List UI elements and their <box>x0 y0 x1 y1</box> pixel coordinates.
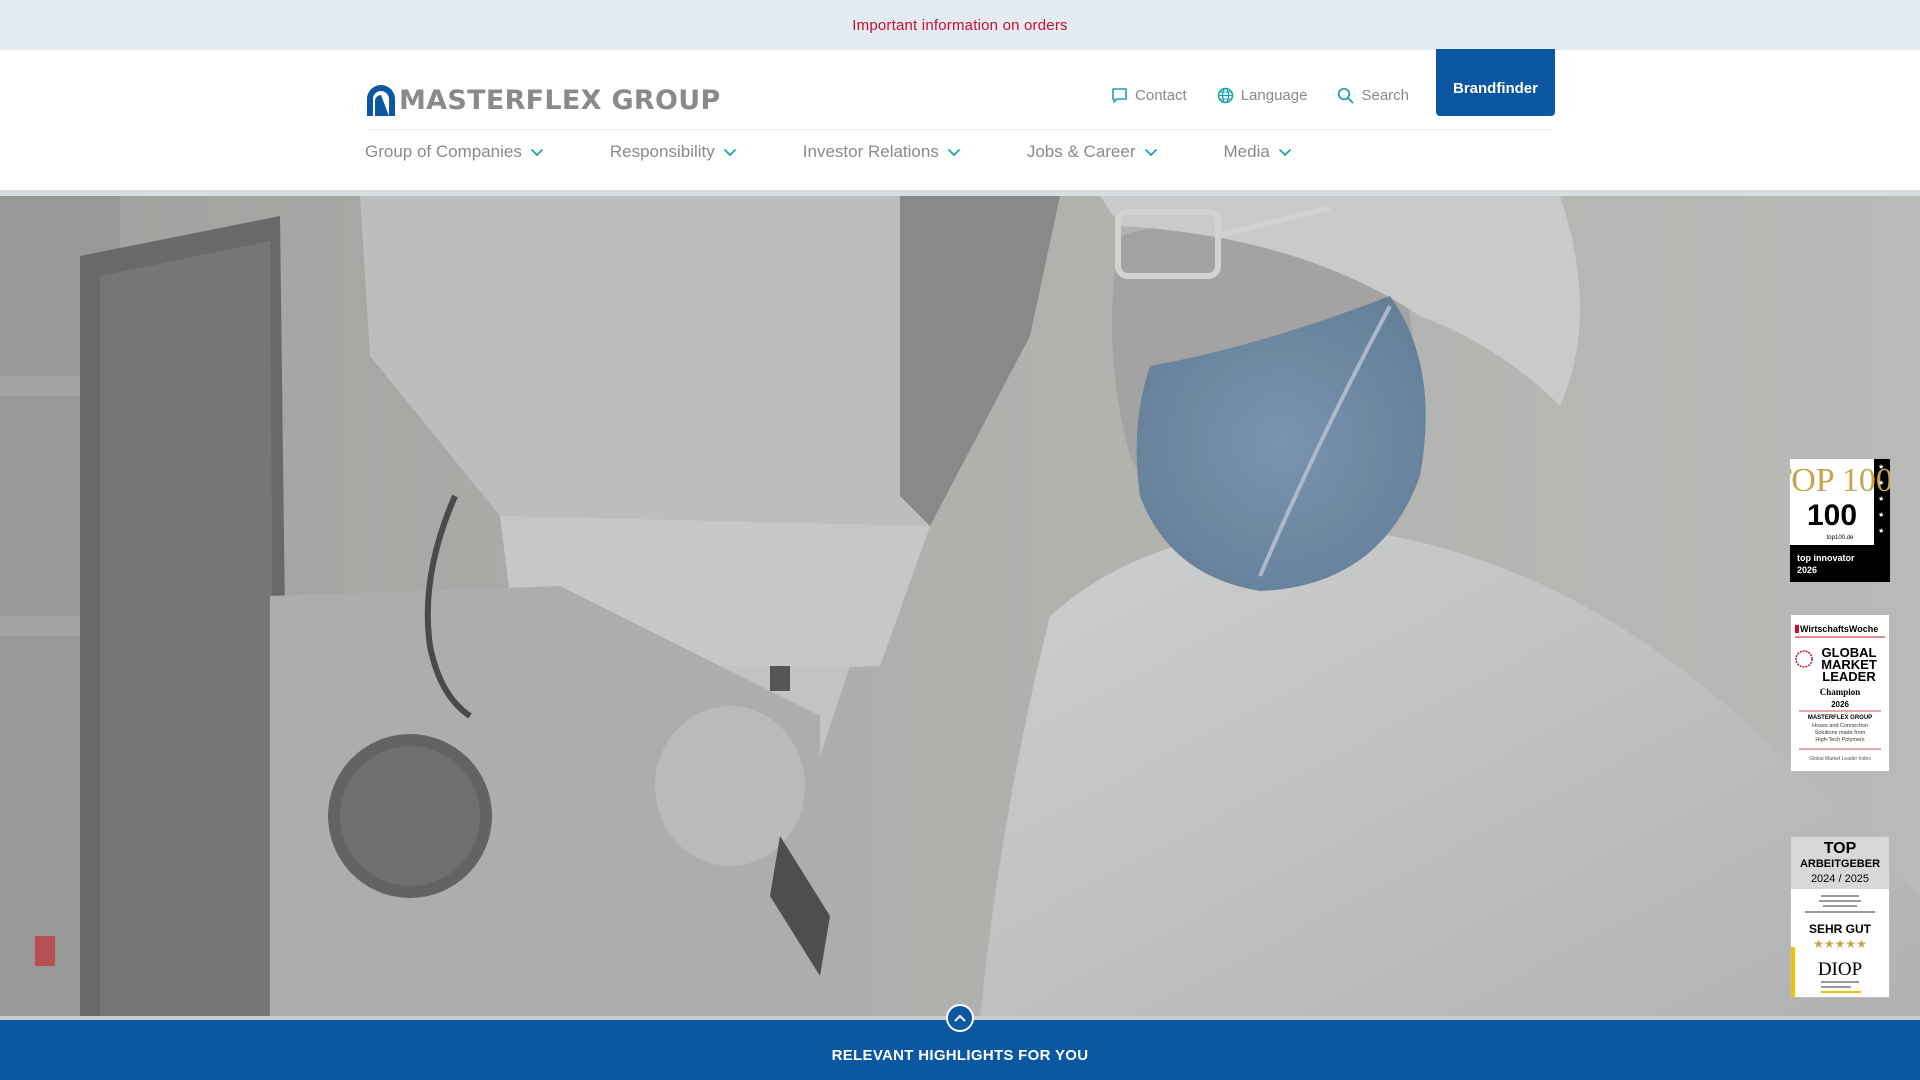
top100-badge-graphic: TOP 100 100 top100.de ★ ★ ★ ★ ★ top inno… <box>1790 459 1890 582</box>
arbeitgeber-badge-graphic: TOP ARBEITGEBER 2024 / 2025 SEHR GUT ★★★… <box>1791 837 1889 997</box>
svg-text:★: ★ <box>1878 495 1884 503</box>
arbeitgeber-rating: SEHR GUT <box>1809 922 1872 936</box>
top100-award-badge[interactable]: TOP 100 100 top100.de ★ ★ ★ ★ ★ top inno… <box>1790 459 1890 582</box>
chevron-up-icon <box>954 1014 966 1022</box>
hero-video[interactable] <box>0 196 1920 1020</box>
main-nav: Group of Companies Responsibility Invest… <box>365 142 1292 162</box>
nav-investor-relations[interactable]: Investor Relations <box>803 142 961 162</box>
global-market-leader-badge[interactable]: WirtschaftsWoche GLOBAL MARKET LEADER Ch… <box>1790 614 1890 772</box>
globe-icon <box>1217 87 1233 104</box>
arbeitgeber-word: ARBEITGEBER <box>1800 858 1880 870</box>
top100-top-text: TOP 100 <box>1790 462 1890 499</box>
arbeitgeber-years: 2024 / 2025 <box>1811 873 1869 885</box>
top-arbeitgeber-badge[interactable]: TOP ARBEITGEBER 2024 / 2025 SEHR GUT ★★★… <box>1790 836 1890 998</box>
notice-bar: Important information on orders <box>0 0 1920 50</box>
arbeitgeber-stars: ★★★★★ <box>1813 937 1867 951</box>
top100-line1: top innovator <box>1797 553 1855 563</box>
gml-desc2: Solutions made from <box>1815 730 1866 736</box>
svg-text:★: ★ <box>1878 479 1884 487</box>
svg-text:★: ★ <box>1878 511 1884 519</box>
chevron-down-icon <box>1278 148 1291 156</box>
nav-label: Responsibility <box>609 142 715 161</box>
gml-company: MASTERFLEX GROUP <box>1808 715 1872 721</box>
contact-link[interactable]: Contact <box>1111 87 1187 104</box>
gml-footer: Global Market Leader Index <box>1809 756 1871 762</box>
logo-arch-icon <box>367 85 395 116</box>
contact-label: Contact <box>1135 87 1187 104</box>
chevron-down-icon <box>530 148 544 156</box>
gml-rank: Champion <box>1820 687 1861 697</box>
chevron-down-icon <box>723 148 736 156</box>
search-icon <box>1338 87 1354 104</box>
gml-publisher: WirtschaftsWoche <box>1800 624 1878 634</box>
expand-highlights-button[interactable] <box>946 1004 974 1032</box>
gml-desc1: Hoses and Connection <box>1812 723 1868 729</box>
chevron-down-icon <box>947 148 960 156</box>
brand-logo[interactable]: MASTERFLEX GROUP <box>365 80 721 116</box>
gml-year: 2026 <box>1831 700 1849 709</box>
nav-label: Media <box>1223 142 1270 161</box>
brand-name: MASTERFLEX GROUP <box>399 85 721 116</box>
brandfinder-button[interactable]: Brandfinder <box>1436 49 1555 116</box>
nav-label: Investor Relations <box>802 142 939 161</box>
top100-site: top100.de <box>1827 535 1854 541</box>
top100-line2: 2026 <box>1797 565 1817 575</box>
site-header: MASTERFLEX GROUP Contact Language Search… <box>0 49 1920 196</box>
gml-title3: LEADER <box>1822 669 1876 684</box>
chat-bubble-icon <box>1112 88 1127 103</box>
nav-responsibility[interactable]: Responsibility <box>610 142 737 162</box>
gml-desc3: High-Tech Polymers <box>1815 737 1864 743</box>
gml-badge-graphic: WirtschaftsWoche GLOBAL MARKET LEADER Ch… <box>1791 615 1889 771</box>
nav-group-of-companies[interactable]: Group of Companies <box>365 142 544 162</box>
nav-jobs-career[interactable]: Jobs & Career <box>1027 142 1158 162</box>
language-label: Language <box>1240 87 1308 104</box>
svg-text:100: 100 <box>1807 499 1857 532</box>
svg-text:★: ★ <box>1878 463 1884 471</box>
nav-label: Jobs & Career <box>1026 142 1136 161</box>
arbeitgeber-org: DIOP <box>1818 959 1862 980</box>
search-label: Search <box>1361 87 1409 104</box>
header-inner: MASTERFLEX GROUP Contact Language Search… <box>365 49 1555 192</box>
nav-label: Group of Companies <box>365 142 522 161</box>
utility-nav: Contact Language Search <box>1111 87 1409 104</box>
language-selector[interactable]: Language <box>1217 87 1308 104</box>
chevron-down-icon <box>1144 148 1157 156</box>
svg-text:★: ★ <box>1878 527 1884 535</box>
arbeitgeber-top: TOP <box>1824 840 1857 857</box>
nav-media[interactable]: Media <box>1224 142 1292 162</box>
header-divider <box>365 129 1555 130</box>
search-button[interactable]: Search <box>1337 87 1409 104</box>
important-information-link[interactable]: Important information on orders <box>852 17 1067 34</box>
hero-image <box>0 196 1920 1020</box>
